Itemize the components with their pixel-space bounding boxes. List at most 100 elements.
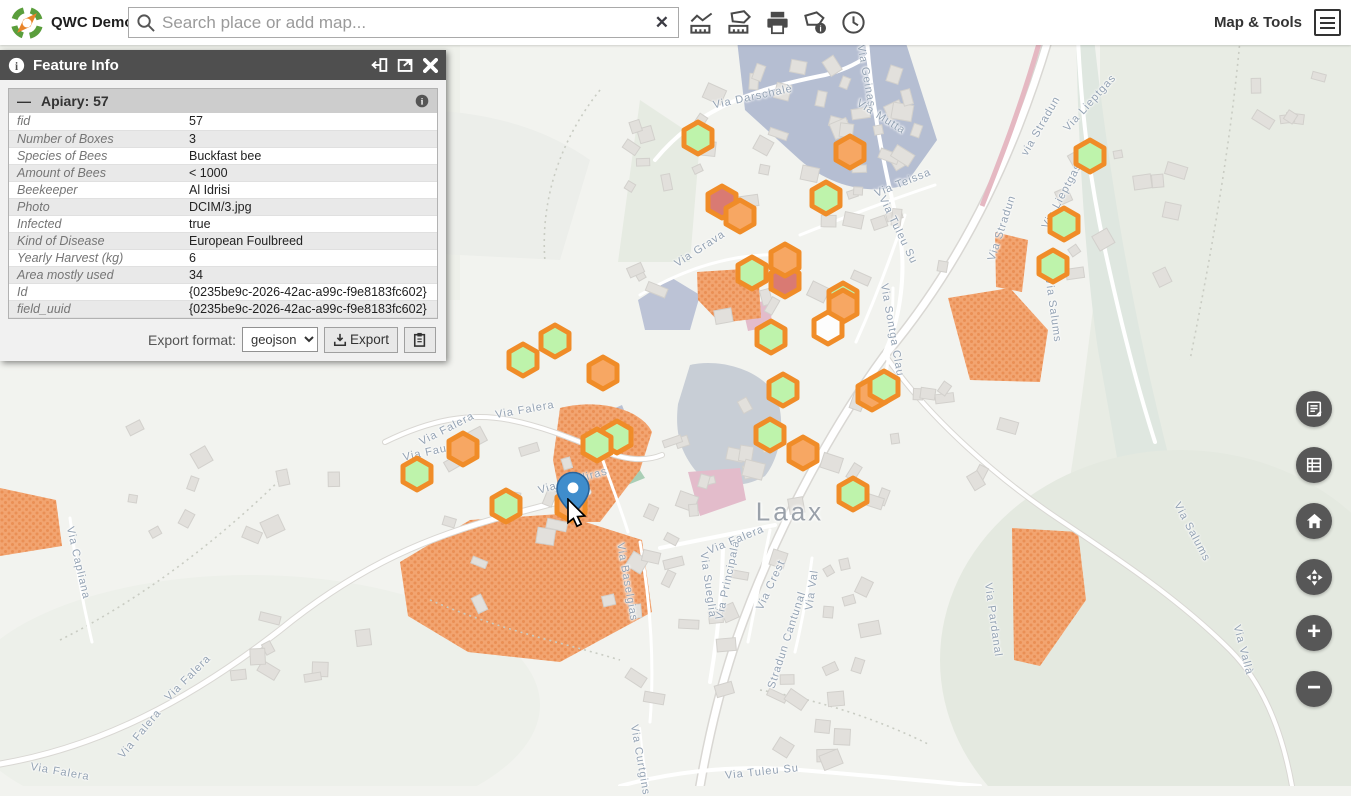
close-panel-button[interactable]: [423, 58, 438, 73]
apiary-marker-green[interactable]: [538, 322, 572, 360]
apiary-section-header[interactable]: — Apiary: 57 i: [9, 89, 437, 113]
clock-icon: [840, 9, 867, 36]
panel-body: — Apiary: 57 i fid57Number of Boxes3Spec…: [0, 80, 446, 361]
copy-to-clipboard-button[interactable]: [404, 327, 436, 353]
attribute-table-button[interactable]: [1296, 447, 1332, 483]
menu-label: Map & Tools: [1214, 14, 1302, 31]
apiary-section: — Apiary: 57 i fid57Number of Boxes3Spec…: [8, 88, 438, 319]
apiary-marker-green[interactable]: [867, 368, 901, 406]
attribute-label: Photo: [9, 198, 181, 215]
apiary-marker-orange[interactable]: [768, 241, 802, 279]
measure-area-tool-button[interactable]: [720, 4, 758, 42]
apiary-marker-green[interactable]: [754, 318, 788, 356]
attribute-label: Number of Boxes: [9, 130, 181, 147]
menu-button[interactable]: [1314, 9, 1341, 36]
download-icon: [333, 333, 347, 347]
apiary-marker-green[interactable]: [809, 179, 843, 217]
identify-region-tool-button[interactable]: i: [796, 4, 834, 42]
attribute-value: Al Idrisi: [181, 181, 437, 198]
info-icon: i: [8, 57, 25, 74]
hamburger-icon: [1320, 17, 1335, 19]
minus-icon: −: [1307, 676, 1321, 700]
attribute-value: < 1000: [181, 164, 437, 181]
dock-panel-button[interactable]: [371, 57, 388, 73]
collapse-icon[interactable]: —: [17, 93, 31, 109]
apiary-marker-green[interactable]: [753, 416, 787, 454]
time-manager-tool-button[interactable]: [834, 4, 872, 42]
mouse-cursor: [566, 498, 588, 528]
apiary-section-title: Apiary: 57: [41, 93, 415, 109]
svg-text:i: i: [15, 60, 18, 72]
attribute-row: Species of BeesBuckfast bee: [9, 147, 437, 164]
apiary-marker-green[interactable]: [1036, 247, 1070, 285]
apiary-marker-green[interactable]: [1047, 205, 1081, 243]
apiary-marker-orange[interactable]: [723, 197, 757, 235]
apiary-marker-green[interactable]: [400, 455, 434, 493]
apiary-marker-orange[interactable]: [446, 430, 480, 468]
attribute-row: Area mostly used34: [9, 266, 437, 283]
export-format-select[interactable]: geojson: [242, 327, 318, 352]
panel-title: Feature Info: [33, 57, 362, 74]
measure-area-icon: [726, 9, 753, 36]
search-input[interactable]: [162, 13, 646, 33]
attribute-label: Amount of Bees: [9, 164, 181, 181]
attribute-label: Kind of Disease: [9, 232, 181, 249]
attribute-value: Buckfast bee: [181, 147, 437, 164]
attribute-value: 57: [181, 113, 437, 130]
attribute-label: Beekeeper: [9, 181, 181, 198]
report-edit-icon: [1305, 400, 1323, 418]
clipboard-icon: [413, 332, 427, 347]
apiary-marker-green[interactable]: [506, 341, 540, 379]
attribute-row: Id{0235be9c-2026-42ac-a99c-f9e8183fc602}: [9, 283, 437, 300]
apiary-marker-orange[interactable]: [586, 354, 620, 392]
search-box[interactable]: ✕: [128, 7, 679, 38]
maximize-panel-button[interactable]: [397, 57, 414, 73]
export-button-label: Export: [350, 332, 389, 347]
report-edit-button[interactable]: [1296, 391, 1332, 427]
apiary-marker-green[interactable]: [735, 254, 769, 292]
feature-info-badge-icon[interactable]: i: [415, 94, 429, 108]
home-extent-button[interactable]: [1296, 503, 1332, 539]
apiary-marker-white[interactable]: [811, 309, 845, 347]
locate-position-button[interactable]: [1296, 559, 1332, 595]
topbar-right: Map & Tools: [1214, 0, 1341, 45]
attribute-label: Area mostly used: [9, 266, 181, 283]
toolbar: i: [682, 0, 872, 45]
attribute-row: Kind of DiseaseEuropean Foulbreed: [9, 232, 437, 249]
attribute-row: fid57: [9, 113, 437, 130]
apiary-marker-green[interactable]: [580, 426, 614, 464]
attribute-value: 34: [181, 266, 437, 283]
identify-region-icon: i: [802, 9, 829, 36]
apiary-marker-green[interactable]: [1073, 137, 1107, 175]
home-icon: [1305, 512, 1324, 531]
export-button[interactable]: Export: [324, 327, 398, 353]
attribute-row: Number of Boxes3: [9, 130, 437, 147]
svg-text:i: i: [819, 24, 821, 34]
zoom-in-button[interactable]: +: [1296, 615, 1332, 651]
attribute-row: field_uuid{0235be9c-2026-42ac-a99c-f9e81…: [9, 300, 437, 317]
zoom-out-button[interactable]: −: [1296, 671, 1332, 707]
apiary-marker-green[interactable]: [681, 119, 715, 157]
attribute-row: Infectedtrue: [9, 215, 437, 232]
measure-line-tool-button[interactable]: [682, 4, 720, 42]
apiary-marker-green[interactable]: [489, 487, 523, 525]
attribute-value: 6: [181, 249, 437, 266]
app-topbar: QWC Demo ✕: [0, 0, 1351, 45]
attribute-value: {0235be9c-2026-42ac-a99c-f9e8183fc602}: [181, 300, 437, 317]
apiary-marker-orange[interactable]: [786, 434, 820, 472]
attribute-label: Yearly Harvest (kg): [9, 249, 181, 266]
feature-info-header[interactable]: i Feature Info: [0, 50, 446, 80]
print-tool-button[interactable]: [758, 4, 796, 42]
map-button-column: + −: [1296, 391, 1332, 707]
search-clear-icon[interactable]: ✕: [646, 13, 678, 33]
attribute-label: Species of Bees: [9, 147, 181, 164]
attribute-row: PhotoDCIM/3.jpg: [9, 198, 437, 215]
attribute-label: fid: [9, 113, 181, 130]
export-row: Export format: geojson Export: [8, 319, 438, 361]
search-icon: [129, 13, 162, 32]
apiary-marker-green[interactable]: [766, 371, 800, 409]
apiary-marker-orange[interactable]: [833, 133, 867, 171]
apiary-marker-green[interactable]: [836, 475, 870, 513]
attribute-value: 3: [181, 130, 437, 147]
feature-info-panel: i Feature Info — Apiary: 57: [0, 50, 446, 361]
